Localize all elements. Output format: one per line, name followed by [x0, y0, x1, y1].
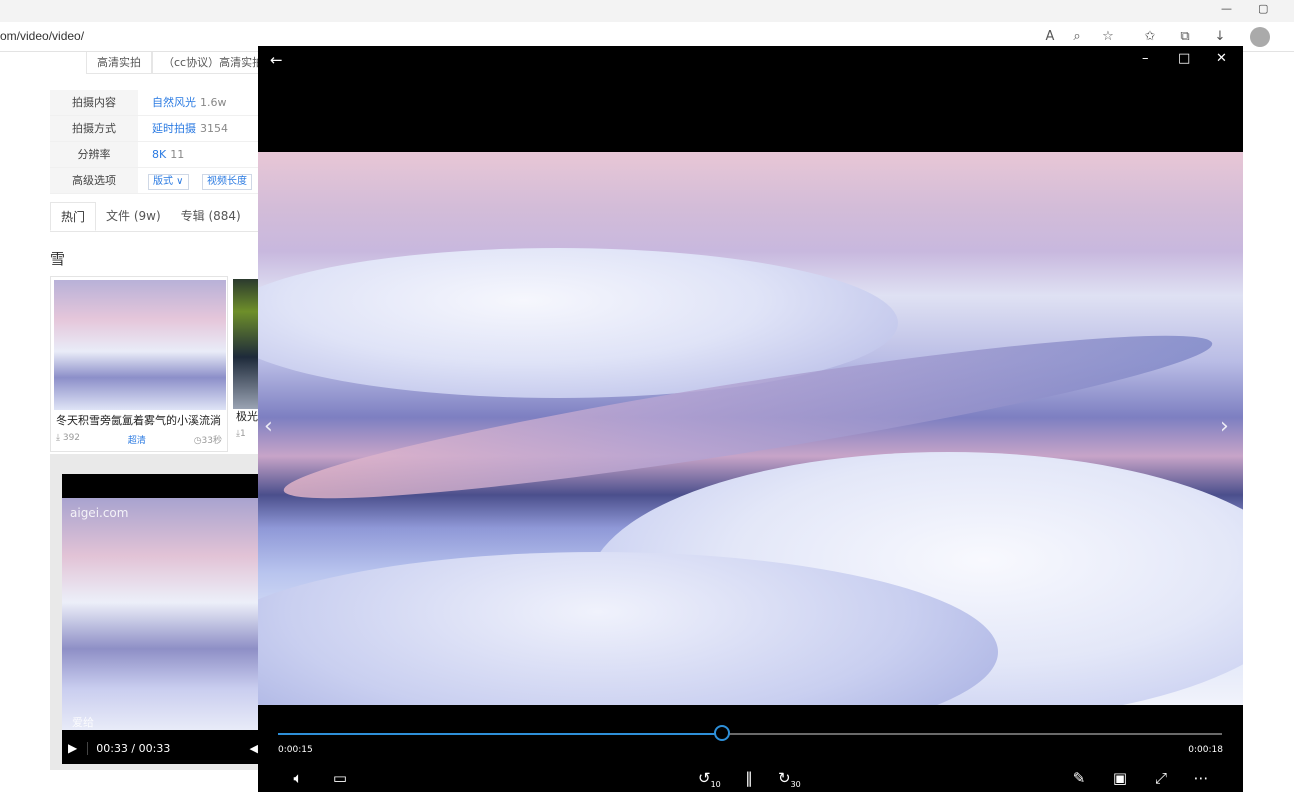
filter-label: 高级选项	[50, 168, 138, 193]
tab-hot[interactable]: 热门	[50, 202, 97, 231]
download-icon: ⤓	[56, 433, 60, 443]
watermark-logo: 爱给	[72, 716, 94, 729]
video-meta: ⤓ 392 超清 ◷33秒	[51, 429, 227, 450]
url-text[interactable]: om/video/video/	[0, 29, 84, 43]
filter-table: 拍摄内容 自然风光 1.6w 拍摄方式 延时拍摄 3154 分辨率 8K 11 高级选…	[50, 90, 260, 194]
favorites-icon[interactable]: ✩	[1140, 28, 1160, 46]
fullscreen-icon[interactable]: ⤢	[1150, 769, 1172, 787]
favorite-add-icon[interactable]: ☆	[1098, 28, 1118, 46]
video-card[interactable]: 冬天积雪旁氤氲着雾气的小溪流淌 ⤓ 392 超清 ◷33秒	[50, 276, 228, 452]
play-icon[interactable]: ▶	[68, 741, 77, 755]
download-count: 1	[239, 429, 246, 439]
media-player-window: ← – □ ✕ ‹ › 0:00:15 0:00:18 🔈︎ ▭ ↺10 ‖ ↻…	[258, 46, 1243, 792]
filter-count: 11	[170, 148, 185, 161]
maximize-icon[interactable]: □	[1178, 51, 1190, 66]
video-thumbnail[interactable]	[54, 280, 226, 410]
filter-value-link[interactable]: 8K	[152, 148, 166, 161]
search-query-title: 雪	[50, 250, 66, 268]
category-tabs: 高清实拍 （cc协议）高清实拍	[86, 52, 275, 74]
volume-icon[interactable]: ◀	[250, 742, 258, 755]
layout-select[interactable]: 版式 ∨	[148, 174, 189, 190]
rewind-10-icon[interactable]: ↺10	[698, 769, 721, 789]
mini-view-icon[interactable]: ▣	[1109, 769, 1131, 787]
read-aloud-icon[interactable]: A	[1040, 28, 1060, 46]
current-time: 0:00:15	[278, 745, 313, 755]
previous-arrow-icon[interactable]: ‹	[264, 414, 273, 439]
download-count: 392	[62, 433, 81, 443]
seek-handle[interactable]	[713, 725, 730, 741]
seek-bar[interactable]	[278, 725, 1222, 741]
close-icon[interactable]: ✕	[1216, 51, 1227, 66]
category-tab-hd[interactable]: 高清实拍	[86, 52, 152, 74]
more-icon[interactable]: ⋯	[1190, 769, 1212, 787]
filter-count: 3154	[200, 122, 228, 135]
profile-avatar[interactable]	[1250, 27, 1270, 47]
pause-icon[interactable]: ‖	[738, 769, 760, 787]
filter-count: 1.6w	[200, 96, 227, 109]
filter-row-method: 拍摄方式 延时拍摄 3154	[50, 116, 260, 142]
volume-icon[interactable]: 🔈︎	[287, 769, 309, 787]
tab-files[interactable]: 文件 (9w)	[96, 202, 171, 231]
preview-frame[interactable]: aigei.com 爱给	[62, 498, 262, 730]
next-arrow-icon[interactable]: ›	[1220, 414, 1229, 439]
filter-label: 分辨率	[50, 142, 138, 167]
total-time: 0:00:18	[1188, 745, 1223, 755]
duration-label: 33秒	[201, 436, 222, 446]
preview-panel: aigei.com 爱给 ▶ 00:33 / 00:33 ◀	[50, 454, 264, 770]
minimize-window-button[interactable]: —	[1221, 2, 1232, 15]
captions-icon[interactable]: ▭	[329, 769, 351, 787]
back-arrow-icon[interactable]: ←	[270, 51, 283, 69]
result-tabs: 热门 文件 (9w) 专辑 (884)	[50, 202, 260, 232]
quality-badge: 超清	[127, 436, 146, 446]
filter-row-advanced: 高级选项 版式 ∨ 视频长度	[50, 168, 260, 194]
video-frame[interactable]: ‹ ›	[258, 152, 1243, 705]
filter-value-link[interactable]: 延时拍摄	[152, 122, 196, 135]
watermark: aigei.com	[70, 506, 129, 520]
filter-row-content: 拍摄内容 自然风光 1.6w	[50, 90, 260, 116]
seek-progress	[278, 733, 722, 735]
filter-label: 拍摄方式	[50, 116, 138, 141]
category-tab-cc[interactable]: （cc协议）高清实拍	[152, 52, 275, 74]
video-title[interactable]: 冬天积雪旁氤氲着雾气的小溪流淌	[51, 413, 227, 429]
minimize-icon[interactable]: –	[1142, 51, 1149, 66]
filter-value-link[interactable]: 自然风光	[152, 96, 196, 109]
filter-row-resolution: 分辨率 8K 11	[50, 142, 260, 168]
player-controls: 0:00:15 0:00:18 🔈︎ ▭ ↺10 ‖ ↻30 ✎ ▣ ⤢ ⋯	[258, 705, 1243, 792]
downloads-icon[interactable]: ↓	[1210, 28, 1230, 46]
forward-30-icon[interactable]: ↻30	[778, 769, 801, 789]
preview-time: 00:33 / 00:33	[87, 741, 170, 755]
zoom-icon[interactable]: ⌕	[1067, 28, 1087, 46]
restore-window-button[interactable]: ▢	[1258, 2, 1268, 15]
preview-video-player[interactable]: aigei.com 爱给 ▶ 00:33 / 00:33 ◀	[62, 474, 262, 764]
filter-label: 拍摄内容	[50, 90, 138, 115]
title-bar: — ▢	[0, 0, 1294, 22]
clock-icon: ◷	[193, 436, 202, 446]
tab-albums[interactable]: 专辑 (884)	[171, 202, 251, 231]
collections-icon[interactable]: ⧉	[1175, 28, 1195, 46]
duration-select[interactable]: 视频长度	[202, 174, 252, 190]
edit-icon[interactable]: ✎	[1068, 769, 1090, 787]
preview-controls: ▶ 00:33 / 00:33 ◀	[62, 736, 262, 760]
